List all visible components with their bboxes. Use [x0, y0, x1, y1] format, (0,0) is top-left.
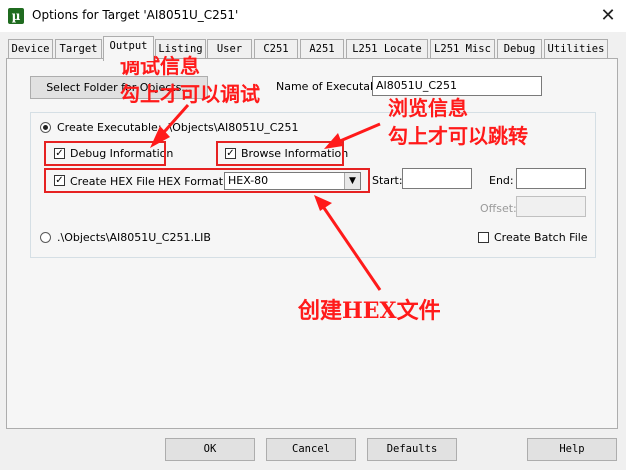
debug-annotation-line2: 勾上才可以调试	[120, 82, 260, 106]
browse-annotation-line1: 浏览信息	[388, 96, 468, 120]
tab-output[interactable]: Output	[103, 36, 154, 61]
annotation-arrows	[150, 104, 382, 291]
browse-annotation-line2: 勾上才可以跳转	[388, 124, 528, 148]
hex-annotation: 创建HEX文件	[298, 298, 441, 324]
